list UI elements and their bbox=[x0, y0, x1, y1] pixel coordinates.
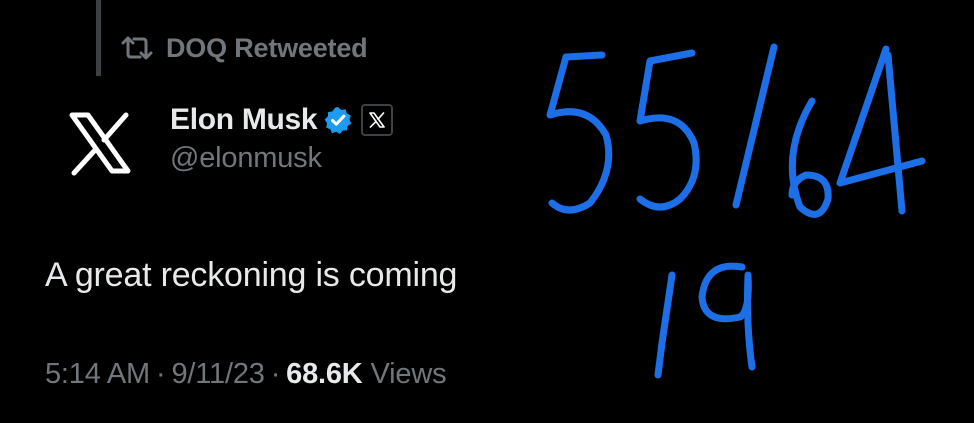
thread-connector-line bbox=[96, 0, 101, 76]
views-count[interactable]: 68.6K bbox=[286, 358, 363, 391]
author-display-name[interactable]: Elon Musk bbox=[170, 103, 318, 137]
handwritten-annotation bbox=[530, 35, 950, 420]
avatar[interactable] bbox=[52, 95, 148, 191]
author-name-row: Elon Musk bbox=[170, 98, 394, 142]
retweet-icon bbox=[120, 35, 154, 61]
views-label: Views bbox=[370, 358, 447, 390]
tweet-time[interactable]: 5:14 AM bbox=[45, 358, 150, 391]
tweet-meta: 5:14 AM · 9/11/23 · 68.6K Views bbox=[45, 358, 447, 391]
retweet-context[interactable]: DOQ Retweeted bbox=[120, 30, 368, 66]
verified-badge-icon[interactable] bbox=[323, 105, 353, 135]
x-logo-icon bbox=[52, 95, 148, 191]
tweet-text: A great reckoning is coming bbox=[45, 256, 458, 294]
meta-separator: · bbox=[156, 358, 166, 390]
meta-separator: · bbox=[270, 358, 281, 390]
retweet-label[interactable]: DOQ Retweeted bbox=[166, 33, 368, 64]
tweet-date[interactable]: 9/11/23 bbox=[171, 358, 264, 391]
author-handle[interactable]: @elonmusk bbox=[170, 142, 322, 175]
x-affiliate-badge-icon[interactable] bbox=[361, 104, 394, 136]
